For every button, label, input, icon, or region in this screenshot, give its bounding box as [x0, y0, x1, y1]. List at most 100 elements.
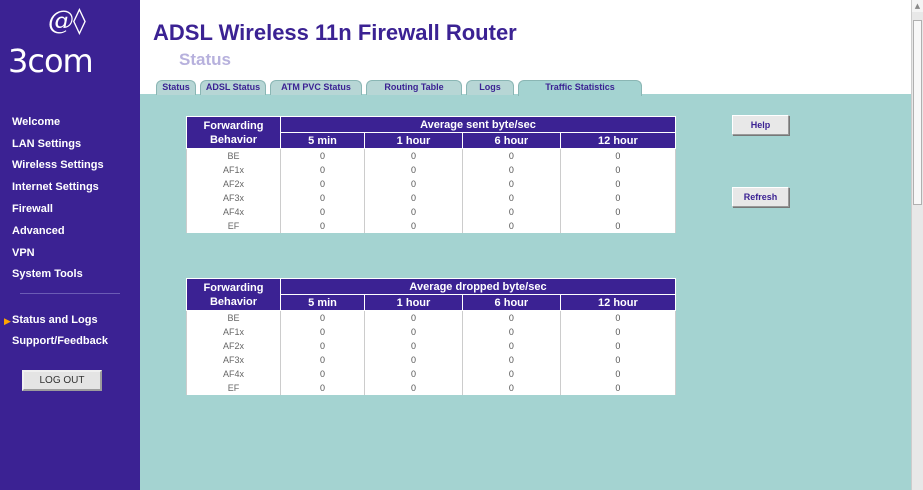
table-row: AF1x 0 0 0 0 — [186, 324, 677, 339]
sidebar-item-welcome[interactable]: Welcome — [12, 116, 60, 128]
value-cell: 0 — [559, 352, 677, 367]
column-header: 6 hour — [461, 294, 561, 311]
value-cell: 0 — [279, 366, 366, 381]
value-cell: 0 — [364, 176, 463, 191]
value-cell: 0 — [364, 366, 463, 381]
value-cell: 0 — [364, 218, 463, 233]
sidebar-item-system-tools[interactable]: System Tools — [12, 268, 83, 280]
tab-routing-table[interactable]: Routing Table — [366, 80, 462, 95]
scroll-up-icon[interactable]: ▲ — [912, 0, 923, 12]
value-cell: 0 — [559, 366, 677, 381]
column-header: 5 min — [279, 132, 366, 149]
value-cell: 0 — [559, 310, 677, 325]
value-cell: 0 — [364, 310, 463, 325]
active-arrow-icon: ▶ — [4, 317, 11, 327]
page-subtitle: Status — [179, 50, 231, 69]
sidebar-item-internet-settings[interactable]: Internet Settings — [12, 181, 99, 193]
value-cell: 0 — [461, 148, 561, 163]
value-cell: 0 — [364, 352, 463, 367]
value-cell: 0 — [559, 176, 677, 191]
value-cell: 0 — [559, 162, 677, 177]
value-cell: 0 — [461, 190, 561, 205]
value-cell: 0 — [279, 162, 366, 177]
value-cell: 0 — [461, 176, 561, 191]
value-cell: 0 — [461, 380, 561, 395]
behavior-cell: EF — [186, 218, 281, 233]
help-button[interactable]: Help — [732, 115, 789, 135]
table-row: AF3x 0 0 0 0 — [186, 352, 677, 367]
table-row: AF3x 0 0 0 0 — [186, 190, 677, 205]
group-header: Average dropped byte/sec — [280, 278, 676, 295]
value-cell: 0 — [364, 338, 463, 353]
value-cell: 0 — [559, 218, 677, 233]
value-cell: 0 — [279, 148, 366, 163]
dropped-bytes-table: Forwarding Behavior Average dropped byte… — [186, 278, 677, 395]
logout-button[interactable]: LOG OUT — [22, 370, 102, 391]
table-row: AF1x 0 0 0 0 — [186, 162, 677, 177]
value-cell: 0 — [461, 324, 561, 339]
sidebar-item-lan-settings[interactable]: LAN Settings — [12, 138, 81, 150]
column-header: 12 hour — [559, 132, 677, 149]
refresh-button[interactable]: Refresh — [732, 187, 789, 207]
value-cell: 0 — [364, 380, 463, 395]
sidebar-item-firewall[interactable]: Firewall — [12, 203, 53, 215]
value-cell: 0 — [559, 380, 677, 395]
value-cell: 0 — [559, 148, 677, 163]
vertical-scrollbar[interactable]: ▲ — [911, 0, 923, 490]
header-line-1: Forwarding — [203, 119, 264, 132]
value-cell: 0 — [461, 352, 561, 367]
column-header: 1 hour — [364, 294, 463, 311]
header-line-2: Behavior — [209, 295, 258, 308]
value-cell: 0 — [279, 352, 366, 367]
value-cell: 0 — [461, 218, 561, 233]
scrollbar-thumb[interactable] — [913, 20, 922, 205]
table-row: AF4x 0 0 0 0 — [186, 366, 677, 381]
logo-text: 3com — [8, 42, 94, 80]
value-cell: 0 — [364, 204, 463, 219]
behavior-cell: AF4x — [186, 366, 281, 381]
column-header: 12 hour — [559, 294, 677, 311]
behavior-cell: AF1x — [186, 324, 281, 339]
value-cell: 0 — [279, 338, 366, 353]
column-header: 6 hour — [461, 132, 561, 149]
main-content: ADSL Wireless 11n Firewall Router Status… — [140, 0, 911, 490]
tab-adsl-status[interactable]: ADSL Status — [200, 80, 266, 95]
table-row: BE 0 0 0 0 — [186, 310, 677, 325]
sidebar-item-support-feedback[interactable]: Support/Feedback — [12, 335, 108, 347]
value-cell: 0 — [461, 310, 561, 325]
value-cell: 0 — [279, 324, 366, 339]
header-line-2: Behavior — [209, 133, 258, 146]
tab-atm-pvc-status[interactable]: ATM PVC Status — [270, 80, 362, 95]
table-row: AF2x 0 0 0 0 — [186, 176, 677, 191]
behavior-cell: EF — [186, 380, 281, 395]
value-cell: 0 — [364, 324, 463, 339]
page-title: ADSL Wireless 11n Firewall Router — [153, 20, 517, 45]
logo-mark-icon: @◊ — [48, 6, 86, 36]
sidebar-item-status-and-logs[interactable]: Status and Logs — [12, 314, 98, 326]
tab-traffic-statistics[interactable]: Traffic Statistics — [518, 80, 642, 96]
value-cell: 0 — [279, 218, 366, 233]
sent-bytes-table: Forwarding Behavior Average sent byte/se… — [186, 116, 677, 233]
value-cell: 0 — [559, 190, 677, 205]
sidebar-item-vpn[interactable]: VPN — [12, 247, 35, 259]
value-cell: 0 — [279, 310, 366, 325]
value-cell: 0 — [279, 176, 366, 191]
value-cell: 0 — [461, 204, 561, 219]
column-header: 1 hour — [364, 132, 463, 149]
sidebar-item-wireless-settings[interactable]: Wireless Settings — [12, 159, 104, 171]
table-row: EF 0 0 0 0 — [186, 380, 677, 395]
value-cell: 0 — [279, 204, 366, 219]
table-row: BE 0 0 0 0 — [186, 148, 677, 163]
behavior-cell: AF4x — [186, 204, 281, 219]
value-cell: 0 — [364, 148, 463, 163]
value-cell: 0 — [461, 338, 561, 353]
behavior-cell: AF3x — [186, 190, 281, 205]
tab-logs[interactable]: Logs — [466, 80, 514, 95]
value-cell: 0 — [364, 162, 463, 177]
value-cell: 0 — [559, 204, 677, 219]
table-row: EF 0 0 0 0 — [186, 218, 677, 233]
tab-status[interactable]: Status — [156, 80, 196, 95]
value-cell: 0 — [279, 190, 366, 205]
value-cell: 0 — [364, 190, 463, 205]
sidebar-item-advanced[interactable]: Advanced — [12, 225, 65, 237]
